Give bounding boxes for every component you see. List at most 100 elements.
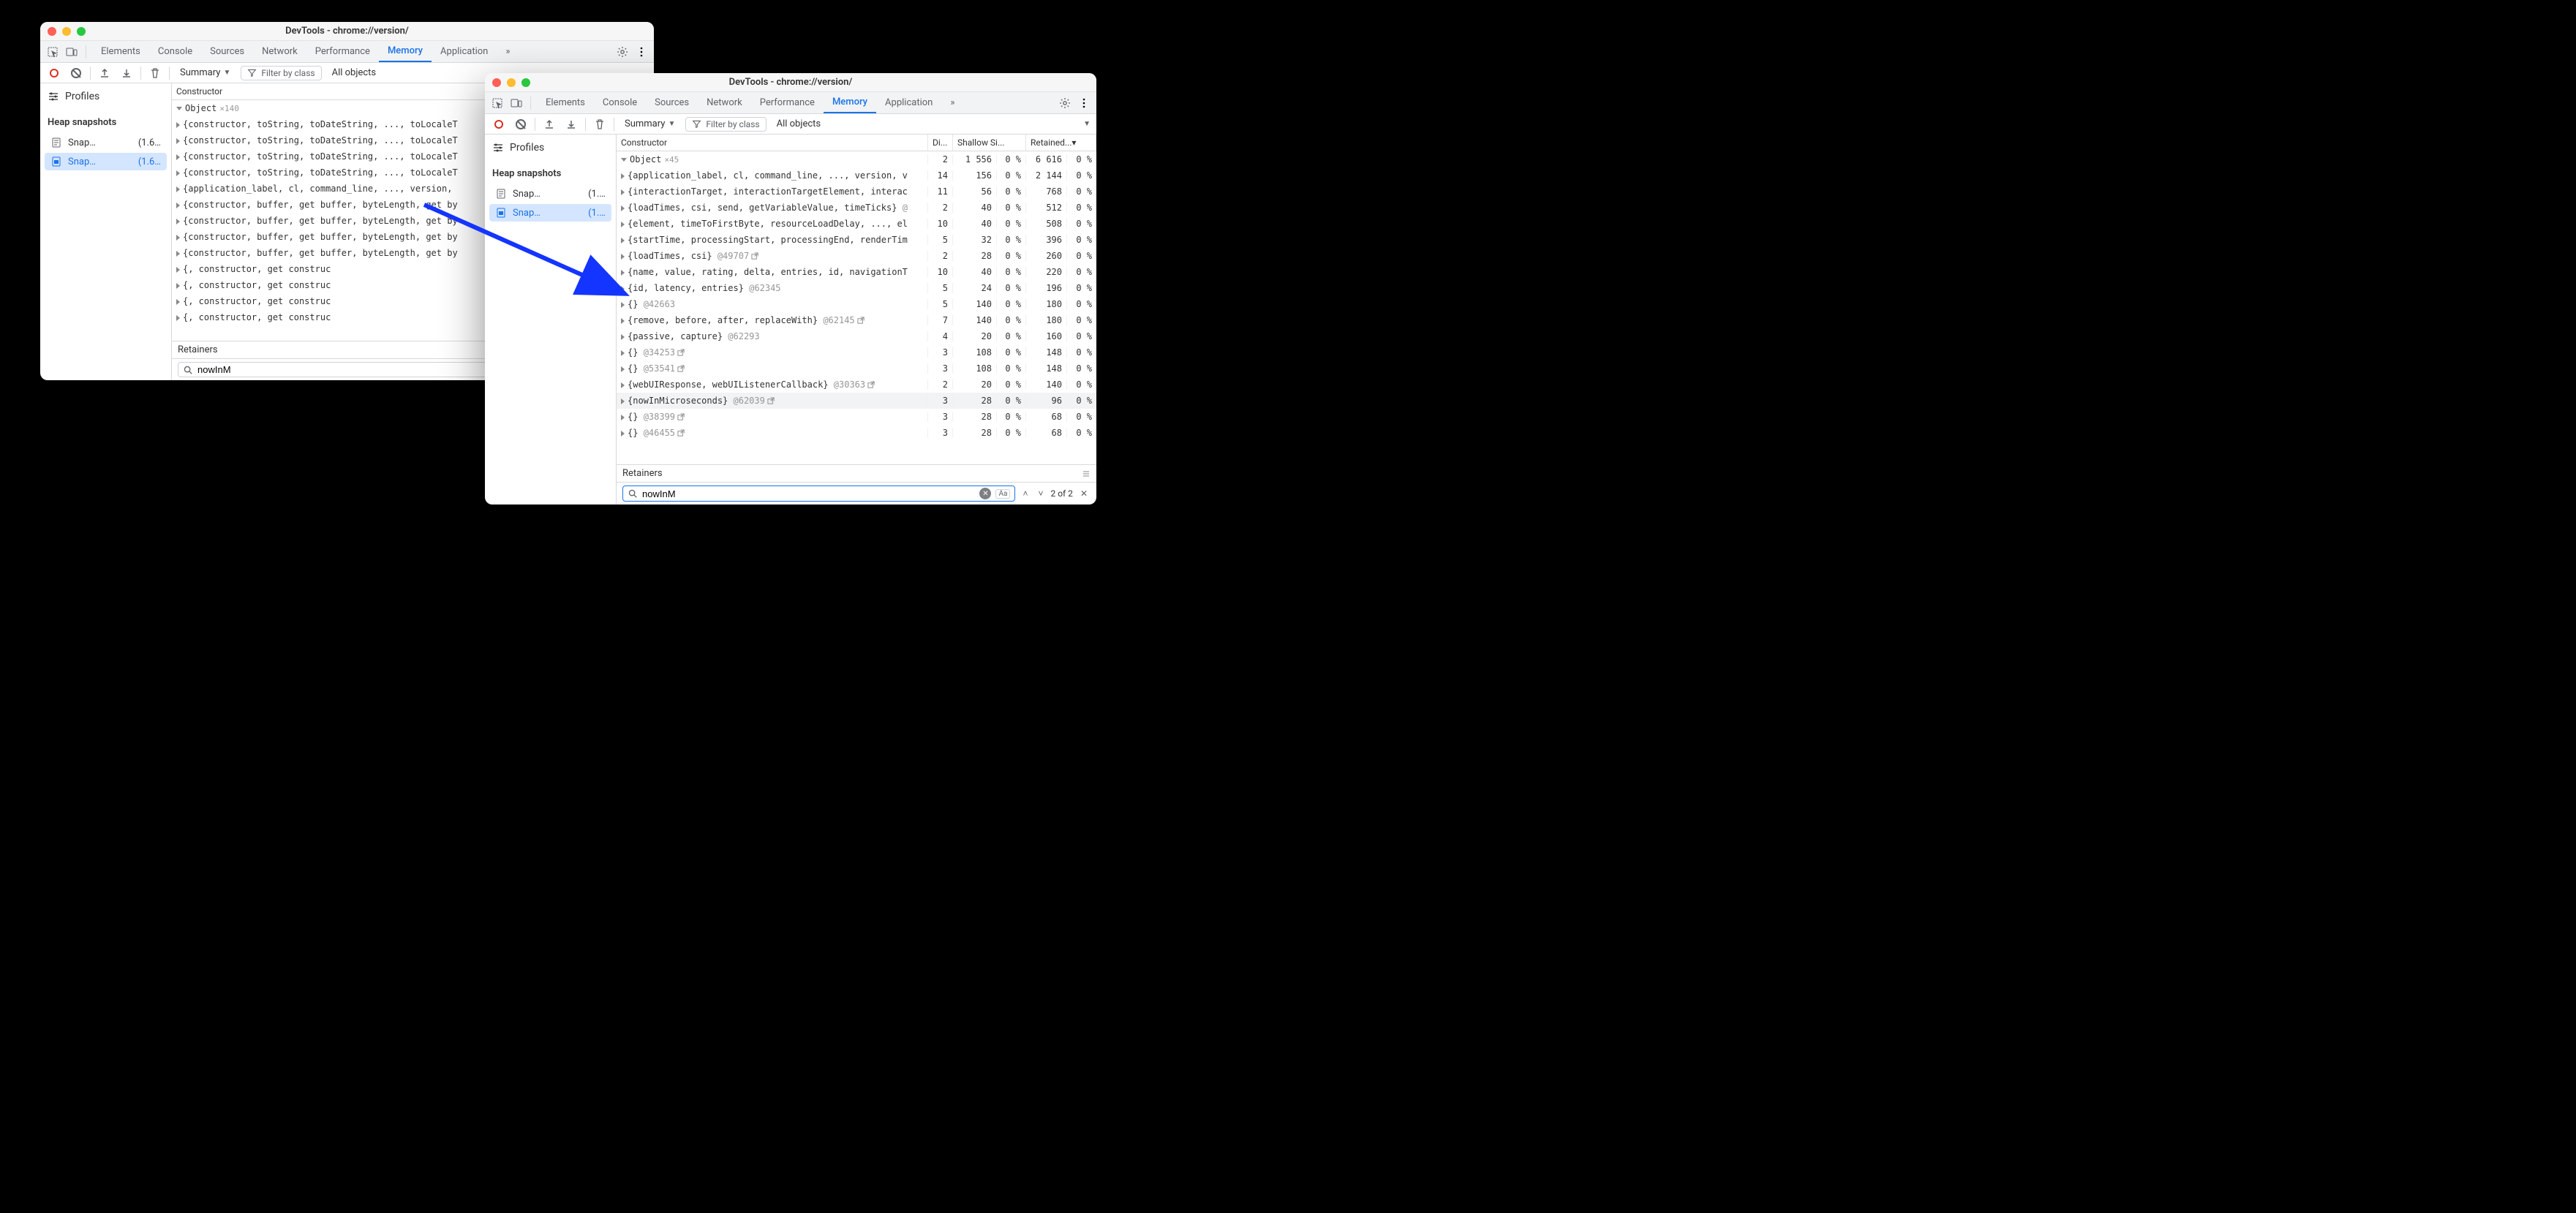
chevron-down-icon[interactable]: ▼ [1083,120,1091,128]
window-title: DevTools - chrome://version/ [40,26,654,37]
sliders-icon [492,142,504,154]
maximize-window-icon[interactable] [77,27,86,36]
table-row[interactable]: {loadTimes, csi} @49707 2 280 % 2600 % [617,248,1096,264]
table-row[interactable]: {} @46455 3 280 % 680 % [617,425,1096,441]
table-row[interactable]: {id, latency, entries} @62345 5 240 % 19… [617,280,1096,296]
profiles-header[interactable]: Profiles [485,137,616,158]
objects-scope-dropdown[interactable]: All objects [328,66,381,80]
tab-sources[interactable]: Sources [201,41,253,62]
close-search-icon[interactable]: ✕ [1077,488,1091,499]
table-row[interactable]: {name, value, rating, delta, entries, id… [617,264,1096,280]
table-row[interactable]: {application_label, cl, command_line, ..… [617,167,1096,184]
tab-performance[interactable]: Performance [306,41,379,62]
view-mode-dropdown[interactable]: Summary ▼ [176,66,235,80]
snapshot-item[interactable]: Snap…(1.6… [45,134,167,151]
clear-search-icon[interactable]: ✕ [979,488,991,499]
prev-match-icon[interactable]: ˄ [1020,488,1031,499]
retainers-header[interactable]: Retainers [617,464,1096,482]
tab-sources[interactable]: Sources [646,92,698,113]
col-distance[interactable]: Di... [928,135,953,151]
traffic-lights[interactable] [48,27,86,36]
table-row[interactable]: {passive, capture} @62293 4 200 % 1600 % [617,328,1096,344]
load-profile-icon[interactable] [97,65,113,81]
delete-profile-icon[interactable] [592,116,608,132]
table-row[interactable]: {interactionTarget, interactionTargetEle… [617,184,1096,200]
col-retained-size[interactable]: Retained...▾ [1026,135,1096,151]
snapshot-item[interactable]: Snap…(1.… [489,185,611,203]
inspect-element-icon[interactable] [489,95,505,111]
table-row[interactable]: {} @38399 3 280 % 680 % [617,409,1096,425]
clear-button[interactable] [68,65,84,81]
match-case-toggle[interactable]: Aa [995,489,1010,499]
minimize-window-icon[interactable] [507,78,516,87]
heap-rows[interactable]: Object×45 2 1 5560 % 6 6160 % {applicati… [617,151,1096,464]
tab-console[interactable]: Console [149,41,201,62]
search-icon [628,488,638,499]
col-shallow-size[interactable]: Shallow Si... [953,135,1026,151]
traffic-lights[interactable] [492,78,530,87]
tab-memory[interactable]: Memory [379,41,432,62]
load-profile-icon[interactable] [541,116,557,132]
tab-performance[interactable]: Performance [751,92,824,113]
lines-icon[interactable] [1082,469,1091,478]
minimize-window-icon[interactable] [62,27,71,36]
inspect-element-icon[interactable] [45,44,61,60]
table-row[interactable]: {} @34253 3 1080 % 1480 % [617,344,1096,360]
table-row[interactable]: {} @53541 3 1080 % 1480 % [617,360,1096,377]
col-constructor[interactable]: Constructor [617,135,928,151]
filter-placeholder: Filter by class [261,68,315,78]
close-window-icon[interactable] [48,27,56,36]
heap-section-label: Heap snapshots [40,107,171,132]
chevron-down-icon: ▼ [668,120,675,128]
device-toolbar-icon[interactable] [64,44,80,60]
table-row[interactable]: {} @42663 5 1400 % 1800 % [617,296,1096,312]
settings-gear-icon[interactable] [614,44,630,60]
profiles-header[interactable]: Profiles [40,86,171,107]
class-filter-input[interactable]: Filter by class [685,117,766,132]
snapshot-item[interactable]: Snap…(1.6… [45,153,167,170]
table-row[interactable]: {nowInMicroseconds} @62039 3 280 % 960 % [617,393,1096,409]
clear-button[interactable] [513,116,529,132]
tab-network[interactable]: Network [253,41,306,62]
class-filter-input[interactable]: Filter by class [241,66,321,80]
close-window-icon[interactable] [492,78,501,87]
search-input[interactable]: ✕ Aa [622,485,1015,502]
filter-icon [247,68,257,78]
table-row[interactable]: {element, timeToFirstByte, resourceLoadD… [617,216,1096,232]
search-field[interactable] [642,488,975,499]
tabs-overflow-icon[interactable]: » [941,92,963,113]
next-match-icon[interactable]: ˅ [1035,488,1046,499]
more-menu-icon[interactable] [1076,95,1092,111]
panel-tabstrip: Elements Console Sources Network Perform… [485,92,1096,114]
heap-section-label: Heap snapshots [485,158,616,184]
record-button[interactable] [46,65,62,81]
titlebar[interactable]: DevTools - chrome://version/ [485,73,1096,92]
titlebar[interactable]: DevTools - chrome://version/ [40,22,654,41]
device-toolbar-icon[interactable] [508,95,524,111]
save-profile-icon[interactable] [118,65,135,81]
tab-application[interactable]: Application [876,92,941,113]
table-row[interactable]: {remove, before, after, replaceWith} @62… [617,312,1096,328]
tab-elements[interactable]: Elements [537,92,594,113]
heap-table: Constructor Di... Shallow Si... Retained… [617,135,1096,505]
sliders-icon [48,91,59,102]
table-row[interactable]: {loadTimes, csi, send, getVariableValue,… [617,200,1096,216]
snapshot-item[interactable]: Snap…(1.… [489,204,611,222]
record-button[interactable] [491,116,507,132]
save-profile-icon[interactable] [563,116,579,132]
settings-gear-icon[interactable] [1057,95,1073,111]
delete-profile-icon[interactable] [147,65,163,81]
view-mode-dropdown[interactable]: Summary ▼ [620,117,679,131]
table-row[interactable]: {webUIResponse, webUIListenerCallback} @… [617,377,1096,393]
tab-memory[interactable]: Memory [824,92,876,113]
objects-scope-dropdown[interactable]: All objects [772,117,826,131]
tab-network[interactable]: Network [698,92,751,113]
maximize-window-icon[interactable] [521,78,530,87]
table-row[interactable]: Object×45 2 1 5560 % 6 6160 % [617,151,1096,167]
more-menu-icon[interactable] [633,44,649,60]
table-row[interactable]: {startTime, processingStart, processingE… [617,232,1096,248]
tab-application[interactable]: Application [432,41,497,62]
tab-console[interactable]: Console [594,92,646,113]
tabs-overflow-icon[interactable]: » [497,41,519,62]
tab-elements[interactable]: Elements [92,41,149,62]
